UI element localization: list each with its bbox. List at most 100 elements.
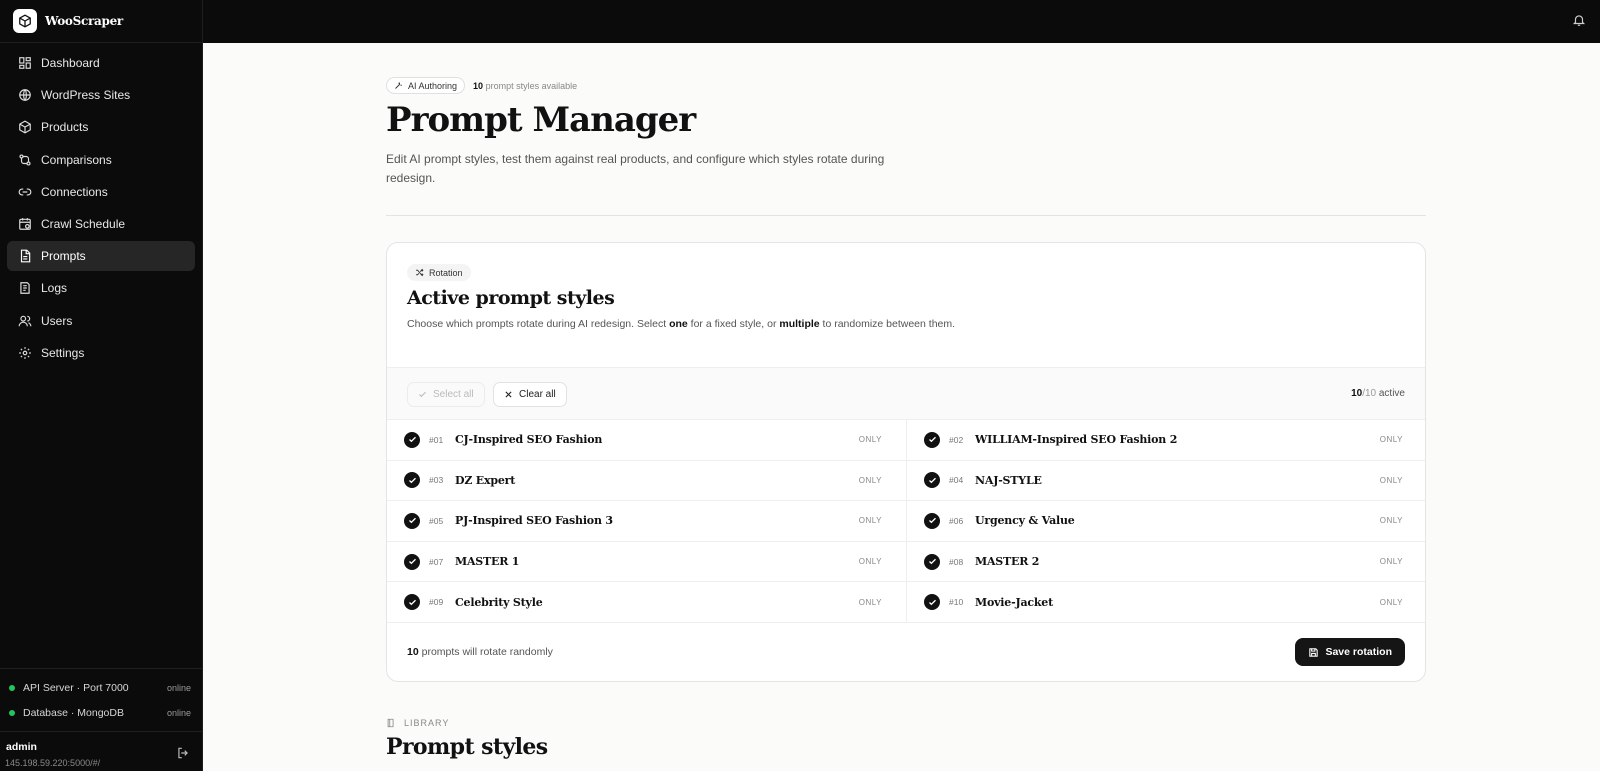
only-button[interactable]: ONLY (1380, 516, 1403, 525)
only-button[interactable]: ONLY (859, 476, 882, 485)
only-button[interactable]: ONLY (1380, 435, 1403, 444)
status-label: Database · MongoDB (23, 706, 124, 719)
status-dot (9, 709, 15, 716)
logo-icon (13, 9, 37, 33)
checkbox-checked-icon[interactable] (404, 431, 420, 448)
active-count-value: 10 (1351, 388, 1363, 399)
sidebar-item-crawl-schedule[interactable]: Crawl Schedule (7, 209, 195, 239)
prompt-number: #08 (949, 556, 964, 567)
prompt-option[interactable]: #03 DZ Expert ONLY (387, 460, 907, 502)
prompt-option[interactable]: #02 WILLIAM-Inspired SEO Fashion 2 ONLY (907, 420, 1425, 461)
brand[interactable]: WooScraper (0, 0, 202, 43)
prompt-name: Movie-Jacket (975, 595, 1053, 609)
sidebar-item-dashboard[interactable]: Dashboard (7, 48, 195, 78)
sidebar-item-logs[interactable]: Logs (7, 273, 195, 303)
library-title: Prompt styles (386, 734, 548, 760)
section-title: Active prompt styles (407, 287, 615, 309)
grid-icon (17, 55, 33, 71)
checkbox-checked-icon[interactable] (924, 553, 940, 570)
save-rotation-button[interactable]: Save rotation (1295, 638, 1405, 666)
prompt-option[interactable]: #05 PJ-Inspired SEO Fashion 3 ONLY (387, 501, 907, 542)
button-label: Clear all (519, 389, 556, 400)
button-label: Select all (433, 389, 474, 400)
prompt-option[interactable]: #10 Movie-Jacket ONLY (907, 582, 1425, 623)
sidebar-item-wordpress-sites[interactable]: WordPress Sites (7, 80, 195, 110)
checkbox-checked-icon[interactable] (924, 594, 940, 611)
sidebar-item-label: Dashboard (41, 56, 100, 70)
sidebar-item-users[interactable]: Users (7, 306, 195, 336)
checkbox-checked-icon[interactable] (924, 472, 940, 489)
checkbox-checked-icon[interactable] (404, 594, 420, 611)
rotation-card-footer: 10 prompts will rotate randomly Save rot… (387, 623, 1425, 681)
sidebar-item-settings[interactable]: Settings (7, 338, 195, 368)
chip-label: AI Authoring (408, 80, 458, 91)
sidebar-item-label: Prompts (41, 249, 86, 264)
prompt-name: DZ Expert (455, 473, 516, 487)
status-label: API Server · Port 7000 (23, 681, 129, 694)
logout-icon[interactable] (176, 746, 190, 760)
page-title: Prompt Manager (386, 100, 696, 140)
prompt-option[interactable]: #04 NAJ-STYLE ONLY (907, 461, 1425, 502)
only-button[interactable]: ONLY (859, 598, 882, 607)
rotation-chip: Rotation (407, 264, 471, 281)
close-icon (505, 391, 512, 398)
status-dot (9, 684, 15, 691)
sidebar-item-products[interactable]: Products (7, 112, 195, 142)
desc-emphasis: one (669, 318, 688, 330)
sidebar-nav: Dashboard WordPress Sites Products Compa… (0, 43, 202, 375)
sidebar-item-label: Products (41, 120, 89, 135)
sidebar-item-connections[interactable]: Connections (7, 177, 195, 207)
button-label: Save rotation (1325, 646, 1392, 658)
section-description: Choose which prompts rotate during AI re… (407, 316, 967, 333)
active-count: 10/10 active (1351, 388, 1405, 399)
rotation-summary-count: 10 (407, 646, 419, 658)
only-button[interactable]: ONLY (859, 557, 882, 566)
prompt-option[interactable]: #01 CJ-Inspired SEO Fashion ONLY (387, 420, 907, 461)
book-icon (387, 718, 394, 728)
sidebar: WooScraper Dashboard WordPress Sites Pro… (0, 0, 203, 771)
user-panel: admin 145.198.59.220:5000/#/ (0, 731, 202, 771)
prompt-name: Urgency & Value (975, 514, 1075, 528)
sidebar-item-label: Crawl Schedule (41, 216, 126, 231)
clear-all-button[interactable]: Clear all (493, 382, 567, 407)
magic-wand-icon (395, 82, 402, 89)
prompt-count: 10 (473, 80, 484, 91)
checkbox-checked-icon[interactable] (924, 431, 940, 448)
only-button[interactable]: ONLY (859, 516, 882, 525)
select-all-button[interactable]: Select all (407, 382, 485, 407)
library-label: LIBRARY (386, 717, 449, 729)
prompt-number: #07 (429, 556, 444, 567)
prompt-name: MASTER 1 (455, 555, 520, 569)
status-database: Database · MongoDB online (0, 700, 202, 725)
link-icon (17, 184, 33, 200)
checkbox-checked-icon[interactable] (404, 553, 420, 570)
prompt-option[interactable]: #06 Urgency & Value ONLY (907, 501, 1425, 542)
sidebar-item-prompts[interactable]: Prompts (7, 241, 195, 272)
checkbox-checked-icon[interactable] (404, 512, 420, 529)
document-icon (17, 248, 33, 264)
rotation-card: Rotation Active prompt styles Choose whi… (386, 242, 1426, 682)
sidebar-item-label: Comparisons (41, 152, 112, 167)
shuffle-icon (416, 268, 424, 277)
prompt-number: #02 (949, 434, 964, 445)
sidebar-item-comparisons[interactable]: Comparisons (7, 145, 195, 175)
prompt-option[interactable]: #08 MASTER 2 ONLY (907, 542, 1425, 583)
only-button[interactable]: ONLY (859, 435, 882, 444)
sidebar-item-label: WordPress Sites (41, 88, 131, 103)
prompt-option[interactable]: #07 MASTER 1 ONLY (387, 541, 907, 583)
status-panel: API Server · Port 7000 online Database ·… (0, 668, 202, 725)
only-button[interactable]: ONLY (1380, 476, 1403, 485)
checkbox-checked-icon[interactable] (924, 512, 940, 529)
topbar (203, 0, 1600, 43)
compare-icon (17, 152, 33, 168)
checkbox-checked-icon[interactable] (404, 472, 420, 489)
rotation-summary-text: prompts will rotate randomly (421, 646, 553, 658)
bell-icon[interactable] (1572, 12, 1588, 28)
active-count-suffix: active (1378, 388, 1405, 399)
user-name: admin (6, 741, 37, 753)
prompt-number: #09 (429, 597, 444, 608)
prompt-option[interactable]: #09 Celebrity Style ONLY (387, 582, 907, 623)
only-button[interactable]: ONLY (1380, 557, 1403, 566)
rotation-card-header: Rotation Active prompt styles Choose whi… (387, 243, 1425, 367)
only-button[interactable]: ONLY (1380, 598, 1403, 607)
